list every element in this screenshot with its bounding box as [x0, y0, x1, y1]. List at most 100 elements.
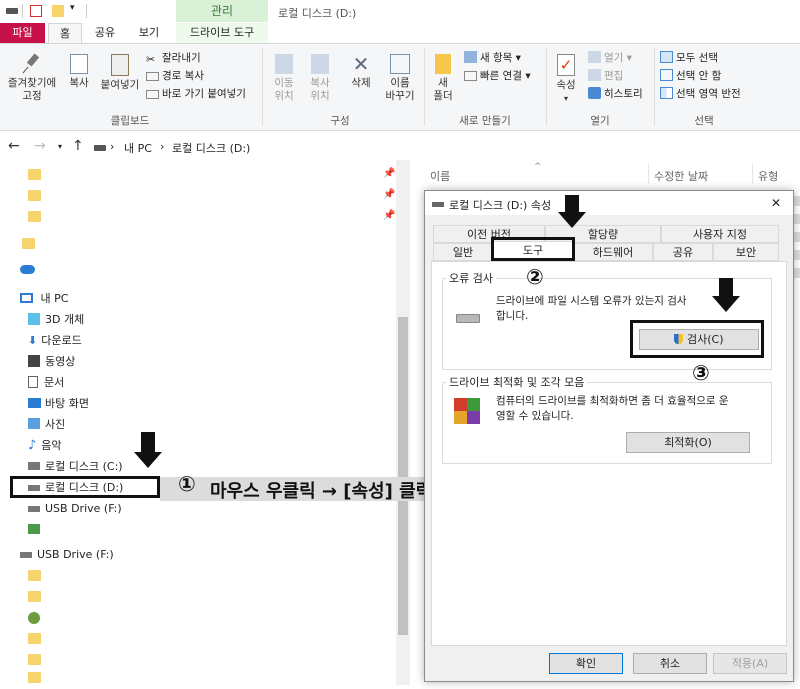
- tab-home[interactable]: 홈: [48, 23, 82, 44]
- usb-folder[interactable]: [28, 588, 41, 608]
- paste-shortcut-label: 바로 가기 붙여넣기: [162, 88, 246, 100]
- onedrive-item[interactable]: [20, 261, 35, 281]
- nav-3d-objects[interactable]: 3D 개체: [28, 310, 84, 330]
- folder-icon: [28, 654, 41, 665]
- new-folder-icon[interactable]: [52, 5, 64, 17]
- properties-check-icon[interactable]: [30, 5, 42, 17]
- file-icon: [794, 214, 800, 224]
- select-all-button[interactable]: 모두 선택: [660, 50, 718, 67]
- optimize-button[interactable]: 최적화(O): [626, 432, 750, 453]
- usb-folder[interactable]: [28, 669, 41, 689]
- quick-access-folder[interactable]: [28, 166, 41, 186]
- new-folder-button[interactable]: 새 폴더: [428, 54, 458, 103]
- pin-quick-access-button[interactable]: 즐겨찾기에 고정: [4, 53, 60, 103]
- quick-access-folder[interactable]: [28, 208, 41, 228]
- nav-usb-root[interactable]: USB Drive (F:): [20, 545, 114, 565]
- close-icon[interactable]: ✕: [771, 196, 781, 210]
- copy-label: 복사: [69, 77, 89, 89]
- tab-share[interactable]: 공유: [88, 23, 122, 43]
- nav-this-pc[interactable]: 내 PC: [20, 289, 68, 309]
- open-button[interactable]: 열기 ▾: [588, 50, 632, 67]
- select-none-icon: [660, 69, 673, 81]
- new-folder-label: 새 폴더: [433, 77, 453, 102]
- tab-hardware[interactable]: 하드웨어: [573, 243, 653, 261]
- nav-music[interactable]: ♪ 음악: [28, 436, 62, 456]
- tab-view[interactable]: 보기: [132, 23, 166, 43]
- usb-folder[interactable]: [28, 651, 41, 671]
- copy-to-button[interactable]: 복사 위치: [302, 54, 338, 103]
- quick-access-folder[interactable]: [28, 187, 41, 207]
- navigation-pane: 📌 📌 📌 내 PC 3D 개체 ⬇ 다운로드 동영상 문서 바탕 화면 사진 ♪…: [0, 160, 410, 685]
- edit-button[interactable]: 편집: [588, 68, 623, 85]
- up-arrow-icon[interactable]: ↑: [72, 138, 84, 154]
- paste-shortcut-button[interactable]: 바로 가기 붙여넣기: [146, 86, 246, 103]
- address-bar: ← → ▾ ↑ › 내 PC › 로컬 디스크 (D:): [8, 138, 251, 156]
- folder-icon: [28, 570, 41, 581]
- history-label: 히스토리: [604, 88, 643, 100]
- breadcrumb-current[interactable]: 로컬 디스크 (D:): [172, 140, 250, 156]
- rename-button[interactable]: 이름 바꾸기: [380, 54, 420, 103]
- cancel-button[interactable]: 취소: [633, 653, 707, 674]
- column-modified[interactable]: 수정한 날짜: [654, 168, 708, 184]
- move-to-button[interactable]: 이동 위치: [266, 54, 302, 103]
- tab-drive-tools[interactable]: 드라이브 도구: [176, 23, 268, 43]
- tab-file[interactable]: 파일: [0, 23, 45, 43]
- usb-folder[interactable]: [28, 630, 41, 650]
- copy-path-button[interactable]: 경로 복사: [146, 68, 204, 85]
- tab-security[interactable]: 보안: [713, 243, 779, 261]
- forward-arrow-icon[interactable]: →: [34, 138, 46, 154]
- new-item-button[interactable]: 새 항목 ▾: [464, 50, 521, 67]
- column-type[interactable]: 유형: [758, 168, 778, 184]
- easy-access-label: 빠른 연결: [480, 70, 522, 82]
- usb-program-item[interactable]: [28, 609, 40, 629]
- network-drive-icon: [28, 524, 40, 534]
- nav-drive-c[interactable]: 로컬 디스크 (C:): [28, 457, 123, 477]
- open-icon: [588, 51, 601, 63]
- tab-customize[interactable]: 사용자 지정: [661, 225, 779, 243]
- qat-dropdown-icon[interactable]: ▾: [70, 3, 75, 13]
- apply-button[interactable]: 적용(A): [713, 653, 787, 674]
- back-arrow-icon[interactable]: ←: [8, 138, 20, 154]
- recent-dropdown-icon[interactable]: ▾: [58, 142, 62, 151]
- properties-button[interactable]: ✓ 속성 ▾: [550, 54, 582, 105]
- tab-sharing[interactable]: 공유: [653, 243, 713, 261]
- history-icon: [588, 87, 601, 99]
- drive-icon: [456, 314, 480, 323]
- nav-downloads[interactable]: ⬇ 다운로드: [28, 331, 82, 351]
- history-button[interactable]: 히스토리: [588, 86, 643, 103]
- nav-pictures-label: 사진: [45, 418, 66, 431]
- window-title: 로컬 디스크 (D:): [278, 7, 357, 20]
- column-name[interactable]: 이름: [430, 168, 450, 184]
- usb-folder[interactable]: [28, 567, 41, 587]
- nav-scrollbar[interactable]: [396, 160, 410, 685]
- select-none-label: 선택 안 함: [676, 70, 722, 82]
- ribbon-tabs: 파일 홈 공유 보기 드라이브 도구: [0, 23, 800, 44]
- error-check-label: 오류 검사: [446, 270, 496, 286]
- paste-button[interactable]: 붙여넣기: [98, 54, 142, 92]
- path-icon: [146, 72, 159, 81]
- delete-button[interactable]: ✕ 삭제: [343, 54, 379, 90]
- network-drive-item[interactable]: [28, 520, 40, 540]
- nav-pictures[interactable]: 사진: [28, 415, 65, 435]
- nav-desktop[interactable]: 바탕 화면: [28, 394, 89, 414]
- tab-general[interactable]: 일반: [433, 243, 493, 261]
- breadcrumb-this-pc[interactable]: 내 PC: [124, 140, 152, 156]
- nav-usb-drive-label: USB Drive (F:): [45, 502, 122, 515]
- folder-item[interactable]: [22, 235, 35, 255]
- easy-access-icon: [464, 71, 477, 81]
- easy-access-button[interactable]: 빠른 연결 ▾: [464, 68, 531, 85]
- nav-videos[interactable]: 동영상: [28, 352, 75, 372]
- pin-icon[interactable]: 📌: [383, 168, 395, 179]
- ok-button[interactable]: 확인: [549, 653, 623, 674]
- nav-scroll-thumb[interactable]: [398, 317, 408, 635]
- new-group-label: 새로 만들기: [459, 115, 511, 127]
- nav-usb-drive[interactable]: USB Drive (F:): [28, 499, 122, 519]
- copy-button[interactable]: 복사: [62, 54, 96, 90]
- select-none-button[interactable]: 선택 안 함: [660, 68, 721, 85]
- cut-button[interactable]: ✂ 잘라내기: [146, 50, 201, 67]
- pin-icon[interactable]: 📌: [383, 189, 395, 200]
- scissors-icon: ✂: [146, 53, 156, 66]
- nav-documents[interactable]: 문서: [28, 373, 64, 393]
- pin-icon[interactable]: 📌: [383, 210, 395, 221]
- invert-selection-button[interactable]: 선택 영역 반전: [660, 86, 741, 103]
